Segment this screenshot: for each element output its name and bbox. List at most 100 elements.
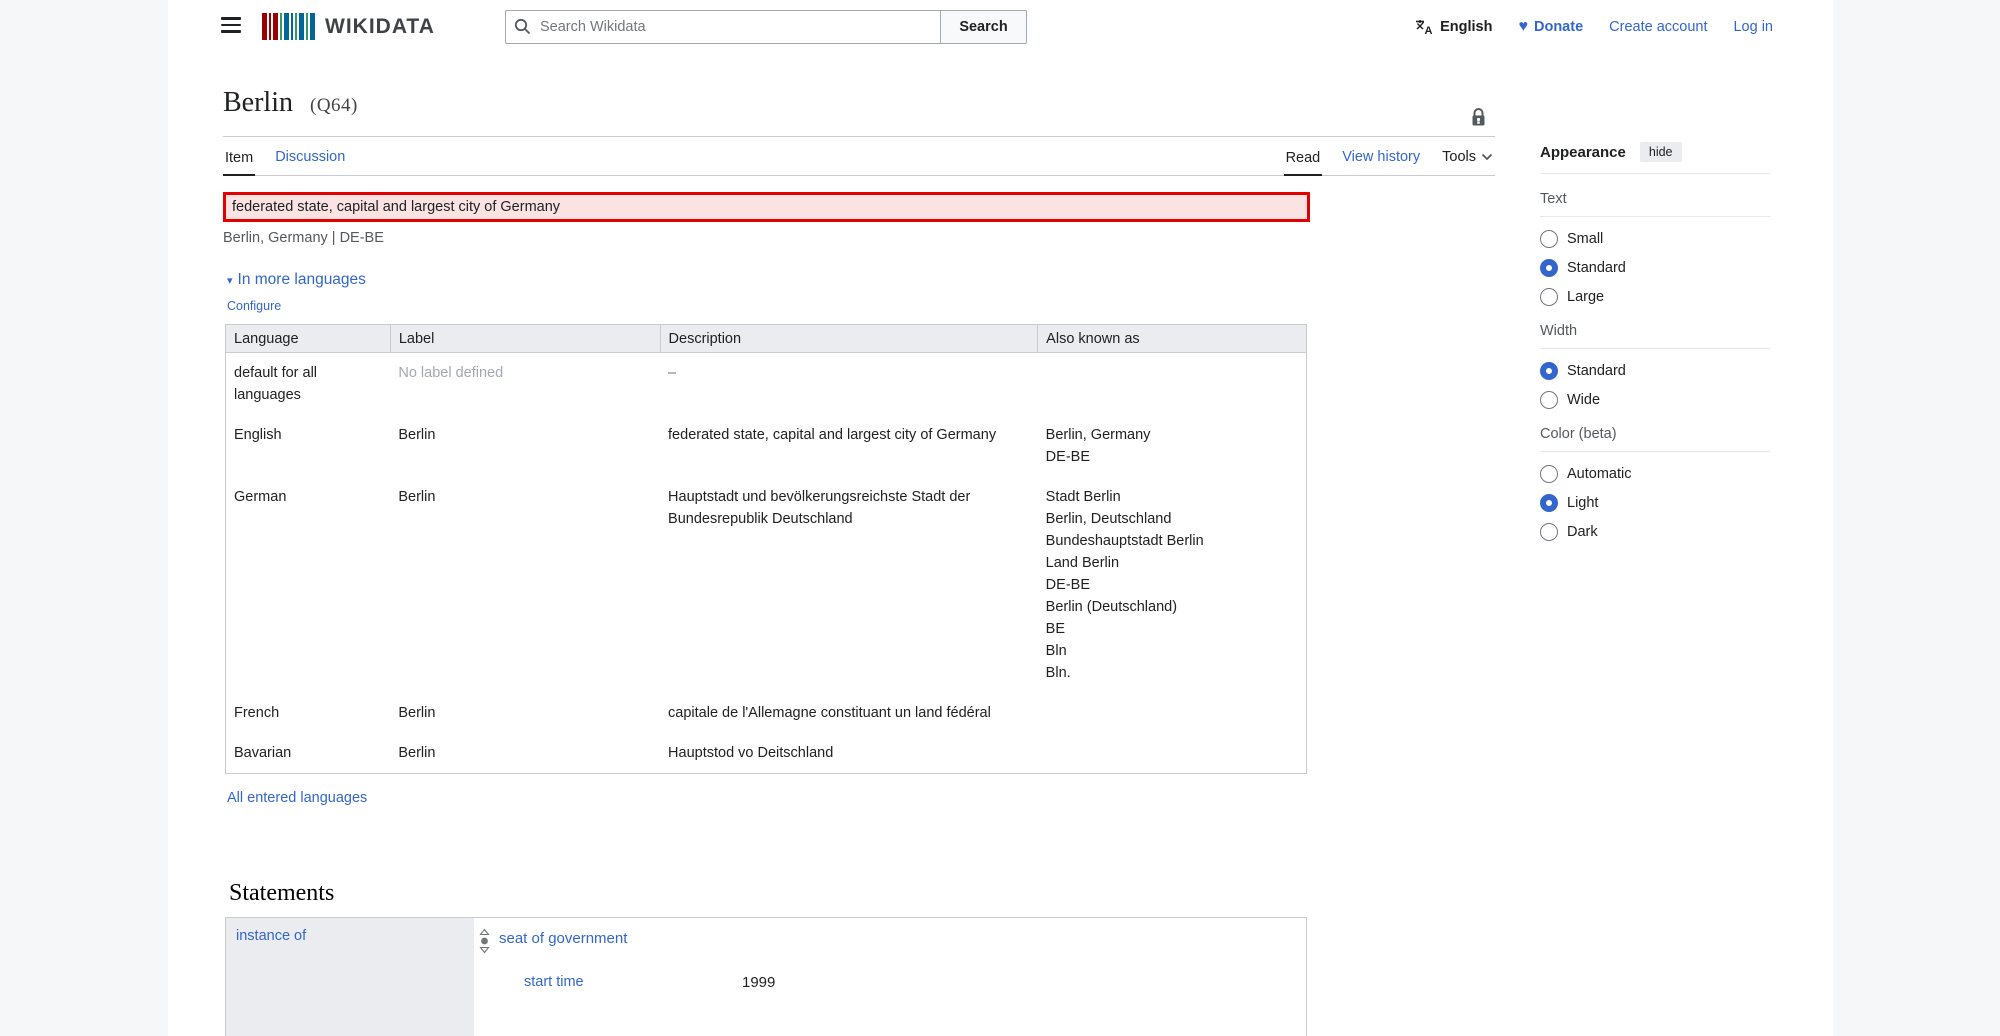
language-table-row: EnglishBerlinfederated state, capital an… (226, 415, 1307, 477)
radio-checked-icon (1540, 362, 1558, 380)
radio-checked-icon (1540, 494, 1558, 512)
language-cell: German (226, 477, 391, 693)
search-button[interactable]: Search (940, 10, 1027, 44)
appearance-sections: TextSmallStandardLargeWidthStandardWideC… (1540, 191, 1770, 541)
radio-option-label: Dark (1567, 524, 1598, 540)
language-table-body: default for all languagesNo label define… (226, 353, 1307, 774)
view-tabs: Read View history Tools (1284, 149, 1495, 175)
main-content: Berlin (Q64) Item Discussion Read View h… (223, 80, 1495, 1036)
statement-mainsnak: seat of government (479, 927, 1306, 958)
radio-option-large[interactable]: Large (1540, 288, 1770, 306)
description-cell: Hauptstod vo Deitschland (660, 733, 1038, 774)
radio-option-label: Large (1567, 289, 1604, 305)
qualifier-row: start time 1999 (524, 974, 1306, 991)
wikidata-logo-text: WIKIDATA (325, 15, 435, 39)
appearance-header: Appearance hide (1540, 142, 1770, 174)
search-icon (514, 18, 531, 35)
tab-read[interactable]: Read (1284, 150, 1323, 176)
log-in-link[interactable]: Log in (1733, 19, 1773, 35)
page-title: Berlin (Q64) (223, 80, 1495, 137)
qualifier-property: start time (524, 974, 742, 991)
radio-option-automatic[interactable]: Automatic (1540, 465, 1770, 483)
language-cell: default for all languages (226, 353, 391, 416)
hide-appearance-button[interactable]: hide (1640, 142, 1682, 162)
label-cell: No label defined (390, 353, 660, 416)
qualifier-value: 1999 (742, 974, 775, 991)
logo-bar (295, 13, 297, 40)
language-cell: English (226, 415, 391, 477)
radio-option-wide[interactable]: Wide (1540, 391, 1770, 409)
namespace-tabs: Item Discussion (223, 149, 347, 175)
statements-heading: Statements (229, 878, 1495, 908)
label-cell: Berlin (390, 693, 660, 733)
logo-bar (262, 13, 267, 40)
radio-unchecked-icon (1540, 465, 1558, 483)
language-table-row: BavarianBerlinHauptstod vo Deitschland (226, 733, 1307, 774)
radio-option-light[interactable]: Light (1540, 494, 1770, 512)
header-language: Language (226, 325, 391, 353)
appearance-title: Appearance (1540, 144, 1626, 161)
label-cell: Berlin (390, 477, 660, 693)
logo-bar (299, 13, 304, 40)
radio-option-label: Light (1567, 495, 1598, 511)
entity-description-highlighted: federated state, capital and largest cit… (223, 192, 1310, 222)
protection-lock-icon[interactable] (1470, 102, 1487, 136)
search-input[interactable] (505, 10, 940, 44)
description-cell: – (660, 353, 1038, 416)
appearance-section: TextSmallStandardLarge (1540, 191, 1770, 306)
statement-value-link[interactable]: seat of government (499, 927, 627, 947)
aliases-cell: Berlin, GermanyDE-BE (1038, 415, 1307, 477)
language-icon: A (1415, 19, 1434, 35)
language-cell: Bavarian (226, 733, 391, 774)
tab-view-history[interactable]: View history (1340, 149, 1422, 175)
radio-group: Small Standard Large (1540, 230, 1770, 306)
logo-bar (269, 13, 271, 40)
svg-text:A: A (1425, 25, 1433, 35)
appearance-section: Color (beta) Automatic Light Dark (1540, 426, 1770, 541)
language-table-row: FrenchBerlincapitale de l'Allemagne cons… (226, 693, 1307, 733)
hamburger-menu-button[interactable] (221, 17, 241, 37)
tab-discussion[interactable]: Discussion (273, 149, 347, 175)
label-cell: Berlin (390, 733, 660, 774)
appearance-section-label: Color (beta) (1540, 426, 1770, 452)
radio-checked-icon (1540, 259, 1558, 277)
radio-option-standard[interactable]: Standard (1540, 362, 1770, 380)
collapse-triangle-icon: ▾ (227, 275, 233, 287)
logo-bar (306, 13, 308, 40)
logo-bar (291, 13, 293, 40)
in-more-languages-toggle[interactable]: ▾In more languages (227, 269, 1495, 292)
searchbar: Search (505, 10, 1027, 44)
language-selector-button[interactable]: A English (1415, 19, 1492, 35)
radio-option-label: Wide (1567, 392, 1600, 408)
radio-option-dark[interactable]: Dark (1540, 523, 1770, 541)
qualifier-property-link[interactable]: start time (524, 974, 584, 990)
description-cell: federated state, capital and largest cit… (660, 415, 1038, 477)
rank-selector-icon[interactable] (479, 928, 490, 958)
chevron-down-icon (1481, 153, 1493, 161)
radio-option-label: Automatic (1567, 466, 1631, 482)
alias: Stadt Berlin (1046, 486, 1298, 508)
radio-unchecked-icon (1540, 230, 1558, 248)
radio-option-label: Standard (1567, 363, 1626, 379)
radio-option-standard[interactable]: Standard (1540, 259, 1770, 277)
aliases-cell (1038, 353, 1307, 416)
wikidata-logo[interactable]: WIKIDATA (262, 13, 435, 40)
radio-group: Standard Wide (1540, 362, 1770, 409)
entity-qid: (Q64) (310, 95, 358, 116)
aliases-cell (1038, 733, 1307, 774)
all-entered-languages-link[interactable]: All entered languages (227, 790, 367, 806)
radio-option-small[interactable]: Small (1540, 230, 1770, 248)
tab-item[interactable]: Item (223, 150, 255, 176)
tab-tools-menu[interactable]: Tools (1440, 149, 1495, 175)
alias: Bln (1046, 640, 1298, 662)
logo-bar (280, 13, 282, 40)
create-account-link[interactable]: Create account (1609, 19, 1707, 35)
radio-unchecked-icon (1540, 523, 1558, 541)
logo-bar (310, 13, 315, 40)
property-link[interactable]: instance of (236, 928, 306, 944)
header-label: Label (390, 325, 660, 353)
radio-option-label: Small (1567, 231, 1603, 247)
donate-link[interactable]: ♥ Donate (1518, 19, 1583, 35)
aliases-cell (1038, 693, 1307, 733)
configure-link[interactable]: Configure (227, 298, 281, 314)
